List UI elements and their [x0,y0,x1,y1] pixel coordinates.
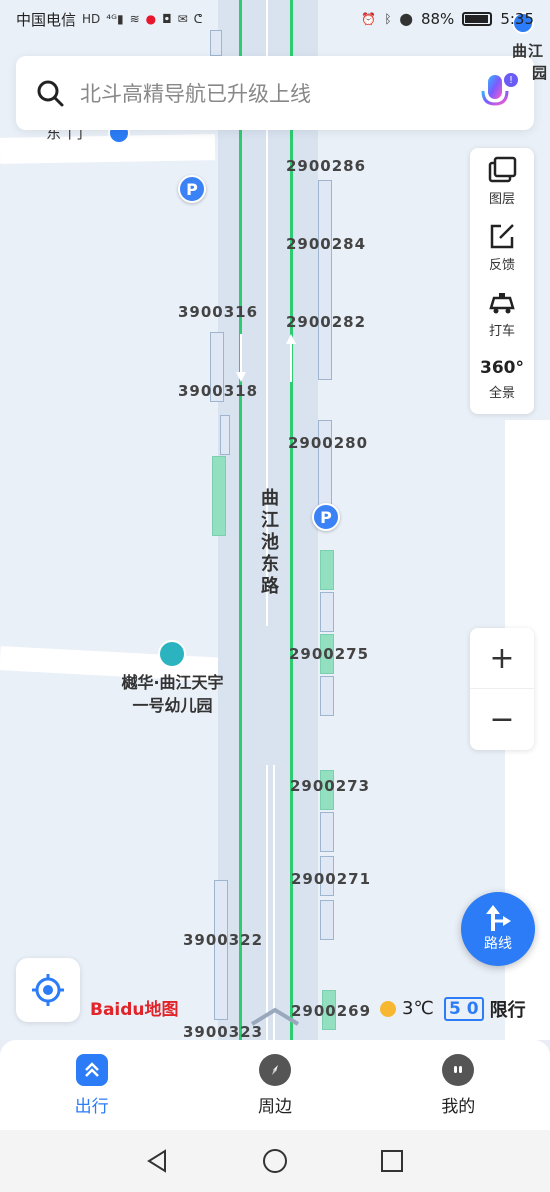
road-name-label: 曲江池东路 [261,488,279,597]
search-input[interactable]: 北斗高精导航已升级上线 [80,78,476,108]
parking-stall-available [320,550,334,590]
travel-chevrons-icon [75,1053,108,1086]
parking-stall [320,676,334,716]
zoom-control: + − [470,628,534,750]
tool-taxi-label: 打车 [488,323,515,339]
locate-me-button[interactable] [16,958,80,1022]
voice-search-button[interactable]: ! [476,71,518,115]
back-triangle-icon[interactable] [145,1148,171,1174]
weather-temp: 3℃ [402,998,434,1019]
feedback-edit-icon [490,223,514,248]
road-horizontal-top [0,134,216,164]
parking-pin-icon[interactable]: P [178,175,206,203]
restriction-label: 限行 [489,1000,526,1021]
clock: 5:35 [500,10,534,28]
map-number-label: 2900286 [286,157,367,175]
tool-panorama-button[interactable]: 360° 全景 [470,346,534,412]
nav-travel-label: 出行 [74,1096,109,1117]
map-number-label: 2900280 [288,434,369,452]
search-bar[interactable]: 北斗高精导航已升级上线 ! [16,56,534,130]
parking-stall [320,900,334,940]
tool-feedback-button[interactable]: 反馈 [470,214,534,280]
wifi-icon: ≋ [129,12,140,26]
partial-right-poi-label: 曲江 [512,42,545,60]
parking-stall [320,812,334,852]
notification-icon: ◘ [162,12,172,26]
nav-nearby-label: 周边 [257,1096,292,1117]
zoom-in-button[interactable]: + [470,628,534,689]
center-line-bottom-2 [273,765,275,1040]
parking-stall [214,880,228,1020]
traffic-restriction-widget[interactable]: 5 0 限行 [444,996,526,1022]
system-navigation-bar [0,1130,550,1192]
parking-stall-available [212,456,226,536]
map-number-label: 2900284 [286,235,367,253]
arrow-down-icon [236,334,246,382]
map-canvas[interactable]: P P 东 门 曲江 园 2900286 2900284 2900282 290… [0,0,550,1040]
center-line-bottom [266,765,268,1040]
battery-fill [465,15,489,23]
tool-layers-label: 图层 [488,191,515,207]
battery-icon [462,12,493,26]
mail-icon: ✉ [177,12,188,26]
nav-nearby[interactable]: 周边 [183,1040,366,1130]
bike-lane-left [239,0,242,1040]
poi-name-line2: 一号幼儿园 [132,696,213,715]
tool-feedback-label: 反馈 [488,257,515,273]
partial-right-poi-label-2: 园 [532,64,549,82]
route-turn-icon [486,905,511,931]
battery-percent: 88% [420,10,455,28]
profile-face-icon [442,1053,475,1086]
map-number-label: 2900271 [291,870,372,888]
map-number-label: 2900275 [289,645,370,663]
recents-square-icon[interactable] [379,1148,405,1174]
nav-mine[interactable]: 我的 [367,1040,550,1130]
parking-stall [318,180,332,380]
restriction-number: 5 0 [444,997,484,1021]
app-icon: ᕦ [193,12,203,26]
crosshair-location-icon [32,974,64,1006]
carrier-label: 中国电信 [16,10,77,29]
nav-travel[interactable]: 出行 [0,1040,183,1130]
panorama-360-icon: 360° [480,357,524,378]
nav-mine-label: 我的 [441,1096,476,1117]
mic-badge-icon: ! [504,73,518,87]
map-number-label: 3900318 [178,382,259,400]
weather-widget[interactable]: 3℃ [380,998,434,1019]
weibo-icon: ● [145,12,157,26]
bluetooth-icon: ᛒ [384,12,392,26]
tool-taxi-button[interactable]: 打车 [470,280,534,346]
search-icon[interactable] [36,79,64,107]
hd-icon: HD [82,12,101,26]
signal-icon: ⁴ᴳ▮ [106,12,124,26]
parking-pin-icon[interactable]: P [312,503,340,531]
layers-icon [488,156,517,182]
map-number-label: 2900273 [290,777,371,795]
bottom-nav: 出行 周边 我的 [0,1040,550,1130]
zoom-out-button[interactable]: − [470,689,534,750]
status-bar: 中国电信 HD ⁴ᴳ▮ ≋ ● ◘ ✉ ᕦ ⏰ ᛒ ⬤ 88% 5:35 [0,0,550,38]
map-number-label: 2900269 [291,1002,372,1020]
poi-name-line1: 樾华·曲江天宇 [121,673,224,692]
taxi-icon [489,292,515,313]
parking-stall [320,592,334,632]
parking-stall [220,415,230,455]
compass-icon [258,1053,291,1086]
map-number-label: 3900322 [183,931,264,949]
map-tools-panel: 图层 反馈 打车 360° 全景 [470,148,534,414]
kindergarten-pin-icon[interactable] [158,640,186,668]
tool-layers-button[interactable]: 图层 [470,148,534,214]
tool-panorama-label: 全景 [488,385,515,401]
sun-icon [380,1000,396,1017]
location-icon: ⬤ [399,12,413,26]
alarm-icon: ⏰ [361,12,377,26]
route-button[interactable]: 路线 [461,892,535,966]
chevron-up-icon [250,1007,300,1026]
baidu-map-logo: Baidu地图 [90,1000,179,1020]
route-button-label: 路线 [484,936,512,952]
map-number-label: 2900282 [286,313,367,331]
map-number-label: 3900316 [178,303,259,321]
home-circle-icon[interactable] [262,1148,288,1174]
arrow-up-icon [286,334,296,382]
